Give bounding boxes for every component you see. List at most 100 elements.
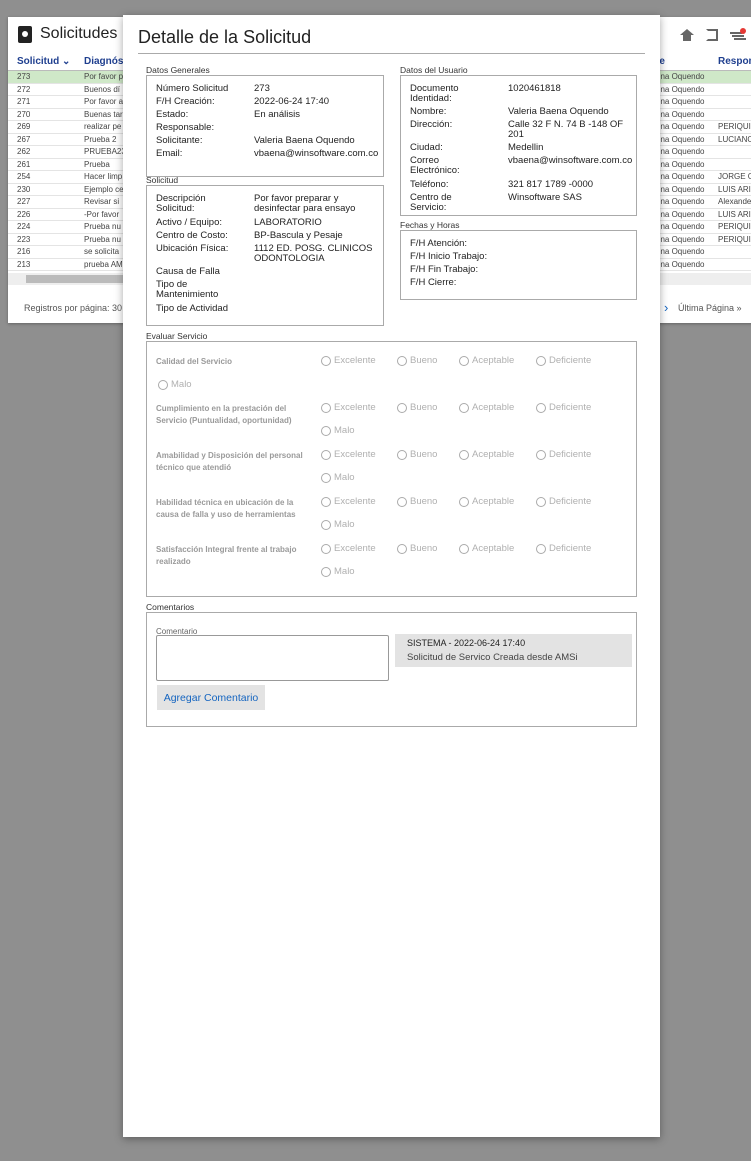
rating-option-excelente[interactable]: Excelente xyxy=(321,496,376,507)
radio-icon[interactable] xyxy=(536,402,546,413)
radio-icon[interactable] xyxy=(321,472,331,483)
radio-icon[interactable] xyxy=(321,425,331,436)
rating-option-aceptable[interactable]: Aceptable xyxy=(459,355,514,366)
radio-icon[interactable] xyxy=(536,449,546,460)
rating-option-bueno[interactable]: Bueno xyxy=(397,496,437,507)
rating-option-bueno[interactable]: Bueno xyxy=(397,543,437,554)
rating-option-bueno[interactable]: Bueno xyxy=(397,449,437,460)
datos-usuario-label: Datos del Usuario xyxy=(400,65,468,75)
radio-icon[interactable] xyxy=(459,449,469,460)
scrollbar-thumb[interactable] xyxy=(26,275,126,283)
rating-option-aceptable[interactable]: Aceptable xyxy=(459,496,514,507)
field-value: vbaena@winsoftware.com.co xyxy=(254,148,379,159)
field-label: Email: xyxy=(156,148,183,159)
rating-option-label: Bueno xyxy=(410,496,438,507)
rating-option-deficiente[interactable]: Deficiente xyxy=(536,496,591,507)
col-responsable[interactable]: Respon xyxy=(718,56,751,67)
rating-option-excelente[interactable]: Excelente xyxy=(321,449,376,460)
radio-icon[interactable] xyxy=(321,496,331,507)
rating-option-label: Aceptable xyxy=(472,496,515,507)
exit-icon[interactable] xyxy=(706,29,718,41)
eval-question: Cumplimiento en la prestación del Servic… xyxy=(156,404,292,425)
radio-icon[interactable] xyxy=(321,355,331,366)
rating-option-malo[interactable]: Malo xyxy=(321,472,355,483)
radio-icon[interactable] xyxy=(459,355,469,366)
rating-option-label: Excelente xyxy=(334,402,376,413)
fecha-label: F/H Cierre: xyxy=(410,277,457,288)
rating-option-aceptable[interactable]: Aceptable xyxy=(459,402,514,413)
cell-resp: LUIS ARI xyxy=(718,209,751,219)
cell-id: 226 xyxy=(17,209,31,219)
field-value: Medellin xyxy=(508,142,544,153)
radio-icon[interactable] xyxy=(536,496,546,507)
cell-user: ena Oquendo xyxy=(656,184,705,194)
col-diagnostico[interactable]: Diagnóst xyxy=(84,56,127,67)
solicitud-box: Descripción Solicitud: Por favor preparar… xyxy=(146,185,384,326)
filter-icon[interactable] xyxy=(730,28,746,41)
field-label: Teléfono: xyxy=(410,179,449,190)
fecha-label: F/H Fin Trabajo: xyxy=(410,264,479,275)
rating-option-aceptable[interactable]: Aceptable xyxy=(459,449,514,460)
rating-option-deficiente[interactable]: Deficiente xyxy=(536,543,591,554)
field-label: F/H Creación: xyxy=(156,96,215,107)
cell-user: ena Oquendo xyxy=(656,172,705,181)
rows-per-page[interactable]: Registros por página: 30 xyxy=(24,303,122,313)
rating-option-malo[interactable]: Malo xyxy=(321,425,355,436)
field-label: Centro de Costo: xyxy=(156,230,228,241)
radio-icon[interactable] xyxy=(536,543,546,554)
col-solicitud[interactable]: Solicitud ⌄ xyxy=(17,56,70,67)
cell-user: ena Oquendo xyxy=(656,97,705,106)
rating-option-label: Deficiente xyxy=(549,496,592,507)
field-value: En análisis xyxy=(254,109,300,120)
rating-option-excelente[interactable]: Excelente xyxy=(321,355,376,366)
rating-option-deficiente[interactable]: Deficiente xyxy=(536,449,591,460)
rating-option-excelente[interactable]: Excelente xyxy=(321,402,376,413)
radio-icon[interactable] xyxy=(321,519,331,530)
rating-option-excelente[interactable]: Excelente xyxy=(321,543,376,554)
evaluar-box: Calidad del Servicio Excelente Bueno Acepta… xyxy=(146,341,637,597)
field-label: Activo / Equipo: xyxy=(156,217,223,228)
field-value: Valeria Baena Oquendo xyxy=(508,106,609,117)
rating-option-malo[interactable]: Malo xyxy=(321,566,355,577)
radio-icon[interactable] xyxy=(397,402,407,413)
radio-icon[interactable] xyxy=(459,402,469,413)
field-value: vbaena@winsoftware.com.co xyxy=(508,155,633,166)
rating-option-label: Deficiente xyxy=(549,355,592,366)
radio-icon[interactable] xyxy=(397,355,407,366)
panel-title: Solicitudes xyxy=(18,25,117,43)
rating-option-bueno[interactable]: Bueno xyxy=(397,355,437,366)
rating-option-malo[interactable]: Malo xyxy=(321,519,355,530)
cell-id: 262 xyxy=(17,147,31,156)
rating-option-aceptable[interactable]: Aceptable xyxy=(459,543,514,554)
comentario-input[interactable] xyxy=(156,635,389,681)
rating-option-label: Excelente xyxy=(334,543,376,554)
radio-icon[interactable] xyxy=(459,496,469,507)
radio-icon[interactable] xyxy=(321,543,331,554)
field-value: 321 817 1789 -0000 xyxy=(508,179,594,190)
rating-option-malo[interactable]: Malo xyxy=(158,379,192,390)
rating-option-bueno[interactable]: Bueno xyxy=(397,402,437,413)
field-value: 2022-06-24 17:40 xyxy=(254,96,330,107)
agregar-comentario-button[interactable]: Agregar Comentario xyxy=(157,685,265,710)
radio-icon[interactable] xyxy=(536,355,546,366)
radio-icon[interactable] xyxy=(397,543,407,554)
radio-icon[interactable] xyxy=(321,402,331,413)
last-page-link[interactable]: Última Página » xyxy=(678,303,742,313)
rating-option-deficiente[interactable]: Deficiente xyxy=(536,355,591,366)
radio-icon[interactable] xyxy=(397,496,407,507)
radio-icon[interactable] xyxy=(321,566,331,577)
comentarios-label: Comentarios xyxy=(146,602,195,612)
home-icon[interactable] xyxy=(680,29,694,42)
cell-resp: JORGE C xyxy=(718,172,751,181)
rating-option-label: Bueno xyxy=(410,543,438,554)
rating-option-label: Malo xyxy=(334,566,355,577)
eval-question: Habilidad técnica en ubicación de la cau… xyxy=(156,498,296,519)
radio-icon[interactable] xyxy=(158,379,168,390)
field-label: Descripción Solicitud: xyxy=(156,193,206,214)
next-page-icon[interactable]: › xyxy=(664,300,668,315)
rating-option-deficiente[interactable]: Deficiente xyxy=(536,402,591,413)
evaluar-label: Evaluar Servicio xyxy=(146,331,208,341)
radio-icon[interactable] xyxy=(397,449,407,460)
radio-icon[interactable] xyxy=(321,449,331,460)
radio-icon[interactable] xyxy=(459,543,469,554)
